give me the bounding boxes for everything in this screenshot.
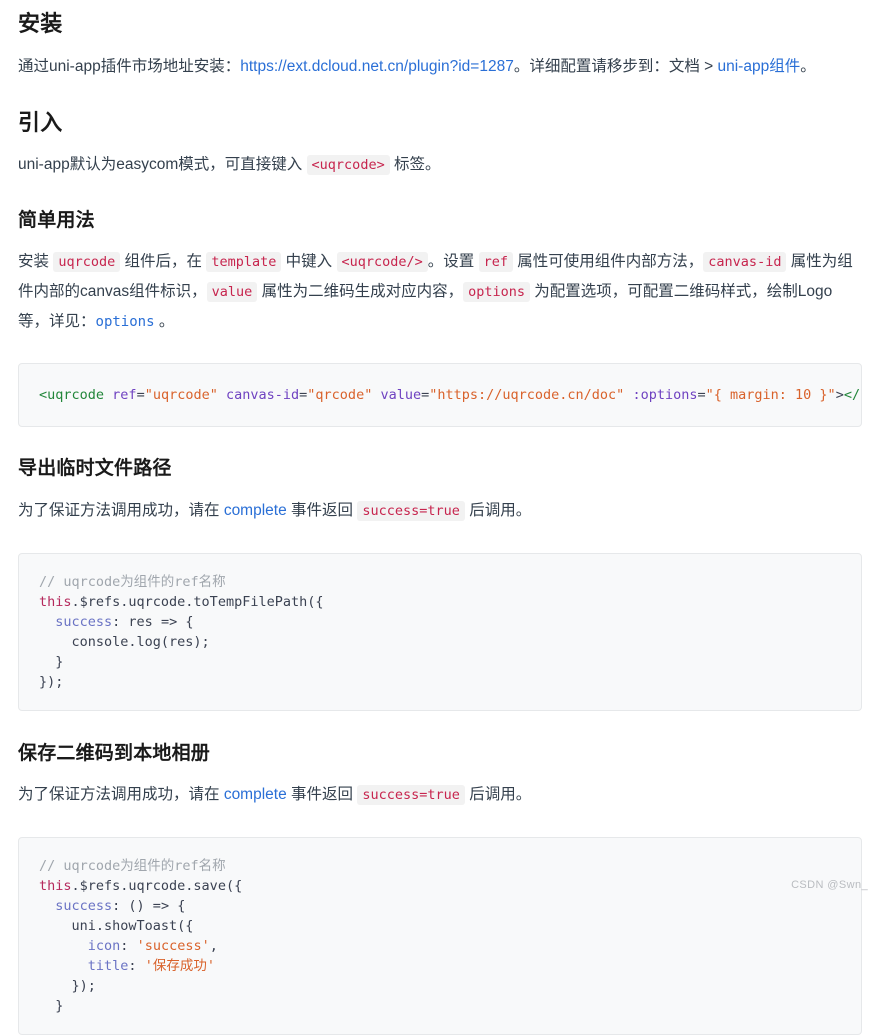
code-token-comment: // uqrcode为组件的ref名称 (39, 573, 226, 590)
sa-text-2: 事件返回 (286, 786, 358, 804)
import-text-before: uni-app默认为easycom模式，可直接键入 (18, 156, 307, 173)
su-text-5: 属性可使用组件内部方法， (512, 252, 704, 270)
code-token-plain: : (120, 938, 137, 955)
simple-usage-paragraph: 安装 uqrcode 组件后，在 template 中键入 <uqrcode/>… (18, 247, 862, 337)
complete-event-link-1[interactable]: complete (224, 502, 287, 519)
inline-code-options: options (463, 281, 530, 302)
su-text-7: 属性为二维码生成对应内容， (257, 282, 464, 300)
code-block-to-temp-file-path[interactable]: // uqrcode为组件的ref名称 this.$refs.uqrcode.t… (18, 552, 862, 711)
tfp-text-2: 事件返回 (286, 501, 358, 519)
code-block-save[interactable]: // uqrcode为组件的ref名称 this.$refs.uqrcode.s… (18, 837, 862, 1035)
inline-code-success-true-1: success=true (357, 500, 465, 521)
tfp-text-1: 为了保证方法调用成功，请在 (18, 501, 224, 519)
code-token-plain: : res => { (112, 613, 194, 630)
su-text-3: 中键入 (281, 252, 337, 270)
su-text-1: 安装 (18, 252, 54, 270)
plugin-market-link[interactable]: https://ext.dcloud.net.cn/plugin?id=1287 (240, 58, 514, 75)
tfp-text-3: 后调用。 (464, 501, 532, 519)
code-token-plain: .$refs.uqrcode.toTempFilePath({ (71, 593, 324, 610)
save-album-paragraph: 为了保证方法调用成功，请在 complete 事件返回 success=true… (18, 780, 862, 810)
code-token-attr: canvas-id (226, 386, 300, 403)
section-title-save-album: 保存二维码到本地相册 (18, 742, 211, 764)
code-token-str: "uqrcode" (144, 386, 218, 403)
code-token-plain: }); (39, 673, 64, 690)
inline-code-uqrcode: uqrcode (53, 251, 121, 272)
code-token-plain: } (39, 653, 64, 670)
code-token-plain: , (209, 938, 218, 955)
import-paragraph: uni-app默认为easycom模式，可直接键入 <uqrcode> 标签。 (18, 150, 862, 180)
code-token-plain: uni.showToast({ (39, 918, 194, 935)
code-token-prop: success (55, 613, 113, 630)
uni-app-component-link[interactable]: uni-app组件 (718, 58, 801, 75)
code-token-prop: success (55, 898, 113, 915)
code-token-comment: // uqrcode为组件的ref名称 (39, 858, 226, 875)
code-token-prop: icon (87, 938, 121, 955)
code-token-prop: title (87, 958, 129, 975)
document-body: 安装 通过uni-app插件市场地址安装：https://ext.dcloud.… (0, 0, 880, 1035)
su-text-4: 。设置 (427, 252, 479, 270)
code-token-attr: ref (112, 386, 137, 403)
code-token-kw: this (39, 593, 72, 610)
install-text-before: 通过uni-app插件市场地址安装： (18, 57, 241, 75)
code-token-attr: :options (632, 386, 698, 403)
sa-text-3: 后调用。 (464, 786, 532, 804)
install-paragraph: 通过uni-app插件市场地址安装：https://ext.dcloud.net… (18, 52, 862, 81)
code-token-punct: = (697, 386, 706, 403)
csdn-watermark: CSDN @Swn_ (791, 879, 868, 891)
code-token-plain: } (39, 998, 64, 1015)
import-text-after: 标签。 (389, 156, 441, 173)
options-link[interactable]: options (96, 314, 155, 330)
code-token-kw: this (39, 878, 72, 895)
complete-event-link-2[interactable]: complete (224, 786, 287, 803)
inline-code-success-true-2: success=true (357, 785, 465, 806)
page-title-install: 安装 (18, 11, 63, 36)
install-text-after: 。 (800, 57, 816, 75)
code-token-str: '保存成功' (144, 958, 215, 975)
code-token-str: "{ margin: 10 }" (705, 386, 836, 403)
code-token-tag: <uqrcode (39, 386, 105, 403)
inline-code-canvas-id: canvas-id (703, 251, 787, 272)
code-token-str: 'success' (136, 938, 210, 955)
code-token-tag: </uqrcode> (843, 386, 861, 403)
section-title-temp-file-path: 导出临时文件路径 (18, 457, 172, 479)
page-title-import: 引入 (18, 109, 63, 135)
install-text-middle: 。详细配置请移步到：文档 > (513, 57, 718, 75)
code-block-template-usage[interactable]: <uqrcode ref="uqrcode" canvas-id="qrcode… (18, 362, 862, 427)
code-token-plain: .$refs.uqrcode.save({ (71, 878, 243, 895)
code-token-str: "https://uqrcode.cn/doc" (429, 386, 625, 403)
code-token-attr: value (380, 386, 422, 403)
inline-code-template: template (206, 251, 282, 272)
temp-file-path-paragraph: 为了保证方法调用成功，请在 complete 事件返回 success=true… (18, 496, 862, 526)
inline-code-uqrcode-selfclose: <uqrcode/> (336, 251, 428, 272)
sa-text-1: 为了保证方法调用成功，请在 (18, 786, 224, 804)
su-text-9: 。 (154, 312, 175, 330)
section-title-simple-usage: 简单用法 (18, 210, 95, 231)
code-token-punct: > (835, 386, 844, 403)
code-token-plain: : (128, 958, 145, 975)
code-token-plain: console.log(res); (39, 633, 210, 650)
code-token-str: "qrcode" (307, 386, 373, 403)
su-text-2: 组件后，在 (120, 252, 207, 270)
code-token-plain: }); (39, 978, 96, 995)
inline-code-uqrcode-tag: <uqrcode> (306, 155, 390, 175)
code-token-plain: : () => { (112, 898, 186, 915)
code-token-punct: = (136, 386, 145, 403)
inline-code-ref: ref (478, 251, 513, 272)
inline-code-value: value (206, 281, 258, 302)
